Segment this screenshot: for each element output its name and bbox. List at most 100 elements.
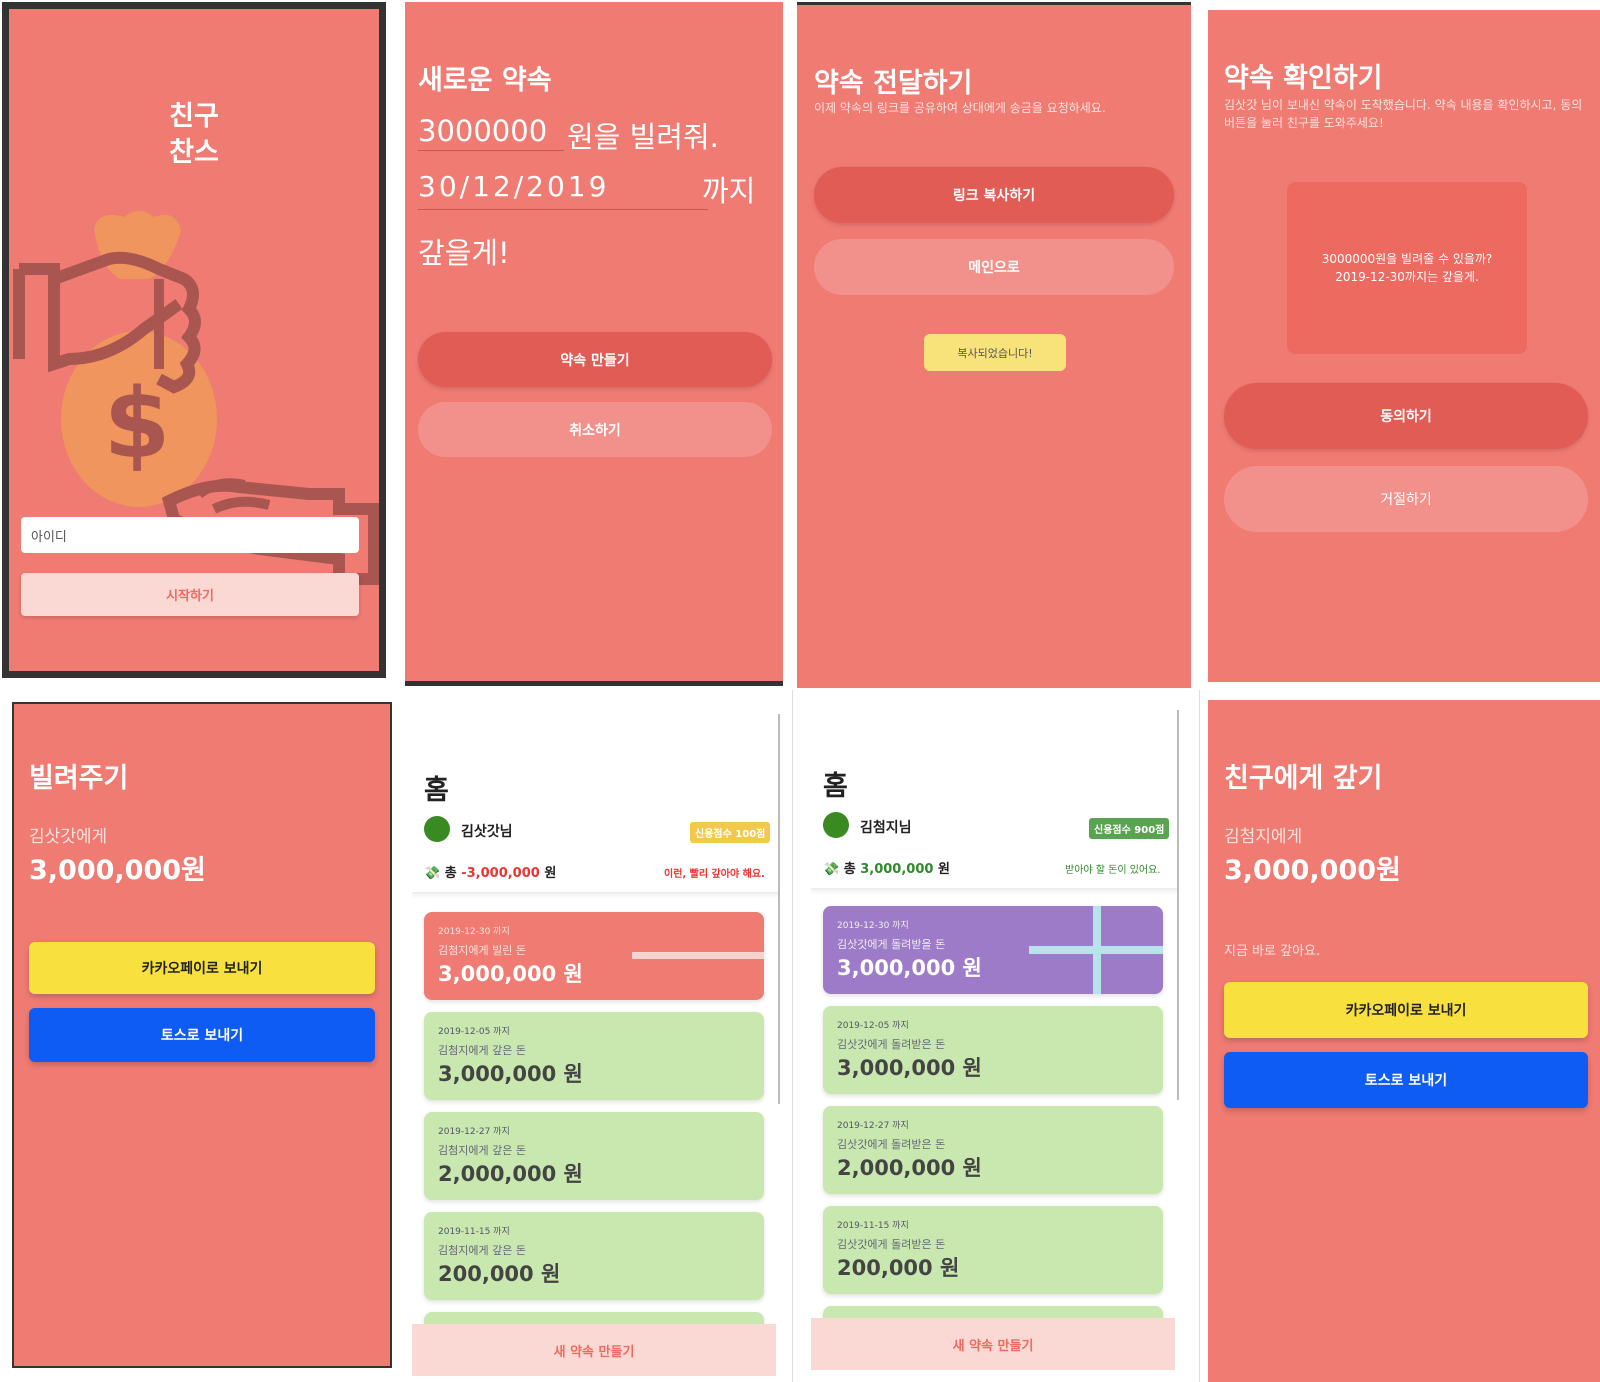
divider: [412, 892, 778, 894]
card-due: 2019-12-30 까지: [837, 921, 909, 931]
confirm-subtitle: 김삿갓 님이 보내신 약속이 도착했습니다. 약속 내용을 확인하시고, 동의 …: [1224, 98, 1583, 130]
amount-value: 3000000: [418, 114, 548, 148]
card-due: 2019-12-05 까지: [837, 1021, 909, 1031]
agree-label: 동의하기: [1380, 409, 1432, 425]
login-screen: 친구 찬스 $ 아이디 시작하기: [2, 2, 386, 678]
loan-card[interactable]: 2019-11-15 까지 김첨지에게 갚은 돈 200,000 원: [424, 1212, 764, 1300]
credit-badge: 신용점수 100점: [690, 822, 771, 843]
card-amount: 3,000,000 원: [438, 962, 583, 986]
cancel-label: 취소하기: [569, 422, 621, 439]
copy-link-button[interactable]: 링크 복사하기: [814, 167, 1174, 223]
copy-link-label: 링크 복사하기: [952, 188, 1036, 204]
make-promise-button[interactable]: 약속 만들기: [418, 332, 772, 387]
loan-card[interactable]: 2019-12-27 까지 김삿갓에게 돌려받은 돈 2,000,000 원: [823, 1106, 1163, 1194]
agree-button[interactable]: 동의하기: [1224, 383, 1588, 449]
repay-title: 친구에게 갚기: [1224, 763, 1383, 794]
loan-card[interactable]: 2019-12-30 까지 김첨지에게 빌린 돈 3,000,000 원: [424, 912, 764, 1000]
total-amount: 3,000,000: [860, 862, 934, 877]
make-promise-label: 약속 만들기: [560, 352, 630, 369]
scrollbar[interactable]: [778, 714, 780, 1104]
card-accent-line: [632, 952, 764, 959]
loan-card[interactable]: 2019-12-30 까지 김삿갓에게 돌려받을 돈 3,000,000 원: [823, 906, 1163, 994]
svg-text:$: $: [104, 368, 171, 480]
toss-button[interactable]: 토스로 보내기: [29, 1008, 375, 1062]
card-desc: 김삿갓에게 돌려받은 돈: [837, 1038, 946, 1051]
repay-amount: 3,000,000원: [1224, 855, 1401, 886]
card-due: 2019-12-30 까지: [438, 927, 510, 937]
start-button[interactable]: 시작하기: [21, 573, 359, 616]
loan-card[interactable]: 2019-12-05 까지 김삿갓에게 돌려받은 돈 3,000,000 원: [823, 1006, 1163, 1094]
confirm-title: 약속 확인하기: [1224, 63, 1383, 94]
main-button[interactable]: 메인으로: [814, 239, 1174, 295]
lend-amount: 3,000,000원: [29, 855, 206, 886]
total-unit: 원: [544, 866, 557, 881]
loan-card[interactable]: 2019-12-27 까지 김첨지에게 갚은 돈 2,000,000 원: [424, 1112, 764, 1200]
home-lender-screen: 홈 김첨지님 신용점수 900점 💸 총 3,000,000 원 받아야 할 돈…: [792, 690, 1200, 1382]
deliver-screen: 약속 전달하기 이제 약속의 링크를 공유하여 상대에게 송금을 요청하세요. …: [797, 2, 1191, 688]
card-desc: 김삿갓에게 돌려받은 돈: [837, 1138, 946, 1151]
amount-suffix: 원을 빌려줘.: [567, 120, 719, 154]
card-desc: 김첨지에게 빌린 돈: [438, 944, 526, 957]
copied-toast: 복사되었습니다!: [924, 334, 1066, 371]
message-line1: 3000000원을 빌려줄 수 있을까?: [1321, 252, 1493, 266]
new-promise-title: 새로운 약속: [418, 65, 552, 96]
card-due: 2019-11-15 까지: [438, 1227, 510, 1237]
new-promise-button[interactable]: 새 약속 만들기: [412, 1324, 776, 1376]
card-desc: 김첨지에게 갚은 돈: [438, 1144, 526, 1157]
money-icon: 💸: [823, 862, 840, 877]
loan-card[interactable]: 2019-12-05 까지 김첨지에게 갚은 돈 3,000,000 원: [424, 1012, 764, 1100]
scrollbar[interactable]: [1177, 710, 1179, 1100]
user-name: 김삿갓님: [461, 824, 513, 840]
card-desc: 김첨지에게 갚은 돈: [438, 1244, 526, 1257]
card-amount: 3,000,000 원: [438, 1062, 583, 1086]
card-due: 2019-11-15 까지: [837, 1221, 909, 1231]
reject-button[interactable]: 거절하기: [1224, 466, 1588, 532]
promise-message-box: 3000000원을 빌려줄 수 있을까? 2019-12-30까지는 갚을게.: [1287, 182, 1527, 354]
message-line2: 2019-12-30까지는 갚을게.: [1335, 270, 1479, 284]
status-note: 받아야 할 돈이 있어요.: [1065, 865, 1161, 876]
home-title: 홈: [823, 771, 848, 802]
card-amount: 200,000 원: [438, 1262, 561, 1286]
lend-recipient: 김삿갓에게: [29, 827, 108, 847]
kakao-pay-label: 카카오페이로 보내기: [1345, 1003, 1467, 1019]
amount-input[interactable]: 3000000: [418, 114, 564, 151]
start-button-label: 시작하기: [166, 589, 214, 604]
loan-card[interactable]: 2019-11-15 까지 김삿갓에게 돌려받은 돈 200,000 원: [823, 1206, 1163, 1294]
new-promise-button[interactable]: 새 약속 만들기: [811, 1318, 1175, 1370]
new-promise-label: 새 약속 만들기: [952, 1338, 1034, 1354]
card-desc: 김삿갓에게 돌려받은 돈: [837, 1238, 946, 1251]
toss-label: 토스로 보내기: [1364, 1073, 1448, 1089]
app-title-line2: 찬스: [169, 137, 219, 168]
home-borrower-screen: 홈 김삿갓님 신용점수 100점 💸 총 -3,000,000 원 이런, 빨리…: [394, 694, 784, 1382]
total-prefix: 총: [843, 862, 856, 877]
reject-label: 거절하기: [1380, 492, 1432, 508]
toss-button[interactable]: 토스로 보내기: [1224, 1052, 1588, 1108]
card-due: 2019-12-27 까지: [837, 1121, 909, 1131]
kakao-pay-label: 카카오페이로 보내기: [141, 961, 263, 977]
repay-recipient: 김첨지에게: [1224, 827, 1303, 847]
total-amount: -3,000,000: [461, 866, 540, 881]
id-input-placeholder: 아이디: [31, 530, 67, 545]
kakao-pay-button[interactable]: 카카오페이로 보내기: [1224, 982, 1588, 1038]
total-prefix: 총: [444, 866, 457, 881]
avatar: [823, 812, 849, 838]
card-amount: 2,000,000 원: [837, 1156, 982, 1180]
new-promise-screen: 새로운 약속 3000000 원을 빌려줘. 30/12/2019 까지 갚을게…: [405, 2, 783, 686]
date-value: 30/12/2019: [418, 170, 610, 203]
kakao-pay-button[interactable]: 카카오페이로 보내기: [29, 942, 375, 994]
card-amount: 3,000,000 원: [837, 1056, 982, 1080]
id-input[interactable]: 아이디: [21, 517, 359, 553]
repay-screen: 친구에게 갚기 김첨지에게 3,000,000원 지금 바로 갚아요. 카카오페…: [1208, 700, 1600, 1382]
status-note: 이런, 빨리 갚아야 해요.: [664, 869, 765, 880]
pay-now-text: 지금 바로 갚아요.: [1224, 944, 1321, 959]
avatar: [424, 816, 450, 842]
card-due: 2019-12-05 까지: [438, 1027, 510, 1037]
card-ribbon-vertical: [1093, 906, 1101, 994]
total-unit: 원: [937, 862, 950, 877]
total-row: 💸 총 -3,000,000 원: [424, 862, 556, 881]
cancel-button[interactable]: 취소하기: [418, 402, 772, 457]
user-name: 김첨지님: [860, 820, 912, 836]
date-input[interactable]: 30/12/2019: [418, 170, 708, 210]
toss-label: 토스로 보내기: [160, 1028, 244, 1044]
deliver-subtitle: 이제 약속의 링크를 공유하여 상대에게 송금을 요청하세요.: [814, 101, 1106, 115]
